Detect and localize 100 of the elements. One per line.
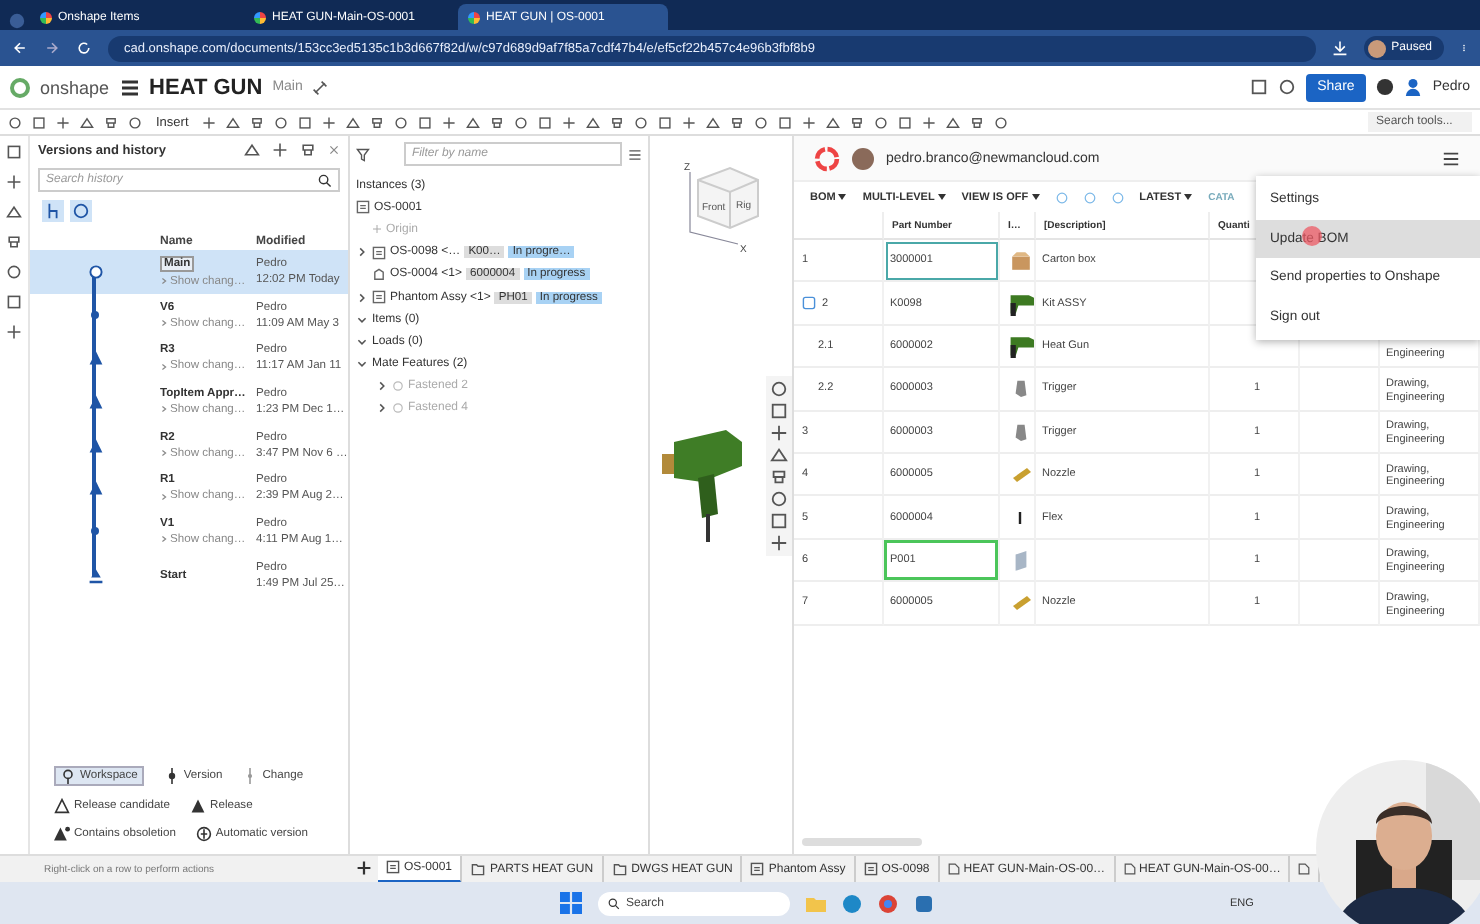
app-icon[interactable] <box>914 893 934 913</box>
document-title: HEAT GUN <box>149 75 263 99</box>
view-tool-icon[interactable] <box>770 446 788 464</box>
logo-icon <box>10 77 30 97</box>
assembly-icon <box>750 862 765 876</box>
avatar-icon <box>852 147 874 169</box>
workspace-node-icon <box>87 263 103 280</box>
automatic-mode-button[interactable] <box>70 200 92 222</box>
chevron-icon <box>160 361 168 372</box>
collapse-chevron-icon[interactable] <box>356 335 368 348</box>
collapse-chevron-icon[interactable] <box>356 313 368 326</box>
tool-icon[interactable] <box>80 115 94 129</box>
folder-icon <box>611 862 628 876</box>
chevron-icon <box>160 276 168 287</box>
tool-icon[interactable] <box>682 115 697 129</box>
assembly-icon <box>356 200 370 215</box>
panel-icon[interactable] <box>6 234 22 250</box>
list-icon[interactable] <box>628 147 642 161</box>
release-node-icon <box>87 480 103 497</box>
version-node-icon <box>90 310 100 321</box>
user-icon[interactable] <box>1404 78 1423 96</box>
view-tool-icon[interactable] <box>770 534 788 552</box>
tool-icon[interactable] <box>322 115 337 129</box>
version-node-icon <box>90 526 100 537</box>
expand-chevron-icon[interactable] <box>376 380 388 393</box>
chevron-icon <box>160 448 168 459</box>
tool-icon[interactable] <box>802 115 817 129</box>
obsoletion-icon <box>54 826 70 842</box>
tool-icon[interactable] <box>562 115 577 129</box>
tool-icon[interactable] <box>56 115 70 129</box>
panel-icon[interactable] <box>6 324 22 340</box>
version-icon <box>163 768 180 784</box>
release-node-icon <box>87 350 103 367</box>
menu-icon[interactable] <box>1442 149 1460 167</box>
tool-icon[interactable] <box>202 115 217 129</box>
origin-icon <box>372 224 382 235</box>
branch-icon <box>44 202 62 220</box>
tool-icon[interactable] <box>946 115 961 129</box>
part-icon <box>372 267 386 282</box>
reload-icon[interactable] <box>76 40 92 56</box>
view-tool-icon[interactable] <box>770 468 788 486</box>
tool-icon[interactable] <box>128 115 142 129</box>
tool-icon[interactable] <box>346 115 361 129</box>
expand-chevron-icon[interactable] <box>356 246 368 259</box>
release-node-icon <box>87 437 103 454</box>
forward-icon[interactable] <box>44 40 60 56</box>
panel-icon[interactable] <box>6 144 22 160</box>
chevron-icon <box>160 404 168 415</box>
tool-icon[interactable] <box>970 115 985 129</box>
tool-icon[interactable] <box>370 115 385 129</box>
trigger-thumbnail <box>1011 376 1029 401</box>
assembly-icon <box>372 290 386 305</box>
release-icon <box>190 798 207 814</box>
add-icon[interactable] <box>272 142 288 158</box>
link-icon[interactable] <box>312 79 329 95</box>
panel-icon[interactable] <box>6 174 22 190</box>
view-tool-icon[interactable] <box>770 424 788 442</box>
chevron-icon <box>160 318 168 329</box>
automatic-version-icon <box>195 826 212 842</box>
document-icon <box>1298 862 1311 876</box>
windows-icon[interactable] <box>560 892 582 914</box>
assembly-icon <box>386 860 400 874</box>
tool-icon[interactable] <box>994 115 1009 129</box>
automatic-version-icon <box>72 202 90 220</box>
tool-icon[interactable] <box>610 115 625 129</box>
document-icon <box>1123 862 1136 876</box>
tool-icon[interactable] <box>826 115 841 129</box>
triangle-icon <box>54 798 70 814</box>
expand-chevron-icon[interactable] <box>356 291 368 304</box>
tool-icon[interactable] <box>250 115 265 129</box>
caret-icon <box>1184 193 1193 199</box>
tool-icon[interactable] <box>226 115 241 129</box>
folder-icon <box>470 862 487 876</box>
collapse-chevron-icon[interactable] <box>356 358 368 371</box>
tool-icon[interactable] <box>104 115 118 129</box>
assembly-icon <box>863 862 878 876</box>
tool-icon[interactable] <box>730 115 745 129</box>
workspace-icon <box>60 768 76 784</box>
download-icon[interactable] <box>1331 40 1348 56</box>
expand-chevron-icon[interactable] <box>376 402 388 415</box>
menu-icon[interactable] <box>119 77 140 97</box>
search-icon <box>608 897 620 909</box>
tool-icon[interactable] <box>706 115 721 129</box>
tool-icon[interactable] <box>586 115 601 129</box>
panel-icon[interactable] <box>6 204 22 220</box>
caret-icon <box>838 193 847 199</box>
collapse-toggle-icon[interactable] <box>802 296 816 311</box>
tool-icon[interactable] <box>490 115 505 129</box>
tool-icon[interactable] <box>442 115 457 129</box>
plus-icon <box>356 859 372 875</box>
tool-icon[interactable] <box>466 115 481 129</box>
release-node-icon <box>87 393 103 410</box>
close-icon[interactable] <box>328 144 340 156</box>
tool-icon[interactable] <box>850 115 865 129</box>
logo-text: onshape <box>40 77 110 97</box>
caret-icon <box>937 193 946 199</box>
graph-mode-button[interactable] <box>42 200 64 222</box>
back-icon[interactable] <box>12 40 28 56</box>
tool-icon[interactable] <box>922 115 937 129</box>
trigger-thumbnail <box>1011 419 1029 444</box>
